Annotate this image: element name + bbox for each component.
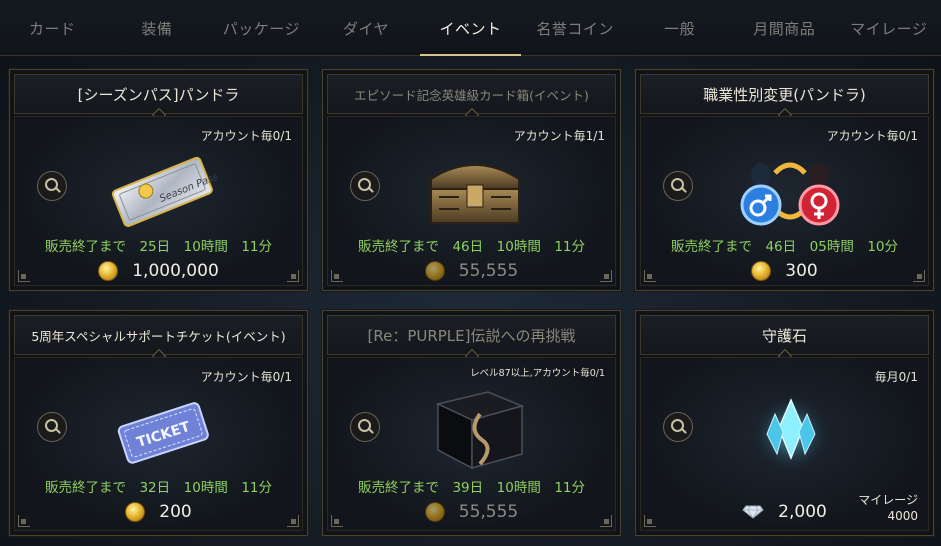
product-card-legend-retry[interactable]: [Re：PURPLE]伝説への再挑戦 レベル87以上,アカウント毎0/1 販売終…: [321, 309, 622, 537]
product-card-gender-change[interactable]: 職業性別変更(パンドラ) アカウント毎0/1 販売終了まで 46日 05時間 1…: [634, 68, 935, 292]
mileage-info: マイレージ 4000: [858, 492, 918, 524]
diamond-icon: [742, 505, 764, 519]
gender-change-icon: [740, 162, 840, 226]
price: 300: [641, 261, 928, 281]
price: 200: [15, 502, 302, 522]
dark-box-icon: [435, 391, 525, 470]
sale-timer: 販売終了まで 46日 10時間 11分: [357, 239, 586, 255]
mileage-value: 4000: [887, 509, 918, 523]
price-value: 2,000: [778, 502, 827, 522]
tab-package[interactable]: パッケージ: [209, 0, 314, 56]
purchase-limit: レベル87以上,アカウント毎0/1: [470, 368, 605, 379]
purchase-limit: アカウント毎0/1: [200, 370, 292, 384]
corner-ornament: [18, 270, 30, 282]
product-card-hero-card-box[interactable]: エピソード記念英雄級カード箱(イベント) アカウント毎1/1 販売終了まで 46…: [321, 68, 622, 292]
guardian-stone-icon: [751, 394, 831, 474]
corner-ornament: [18, 515, 30, 527]
product-card-support-ticket[interactable]: 5周年スペシャルサポートチケット(イベント) アカウント毎0/1 TICKET …: [8, 309, 309, 537]
purchase-limit: アカウント毎1/1: [513, 129, 605, 143]
mileage-label: マイレージ: [858, 493, 918, 507]
price-value: 300: [785, 261, 818, 281]
price: 1,000,000: [15, 261, 302, 281]
magnify-icon[interactable]: [37, 171, 67, 201]
price-value: 55,555: [458, 261, 519, 281]
corner-ornament: [644, 270, 656, 282]
corner-ornament: [600, 270, 612, 282]
treasure-chest-icon: [430, 164, 520, 224]
corner-ornament: [913, 270, 925, 282]
season-pass-ticket-icon: Season Pass: [111, 156, 217, 227]
product-card-season-pass[interactable]: [シーズンパス]パンドラ アカウント毎0/1 Season Pass 販売終了ま…: [8, 68, 309, 292]
tab-general[interactable]: 一般: [627, 0, 732, 56]
corner-ornament: [287, 515, 299, 527]
tab-honor-coin[interactable]: 名誉コイン: [523, 0, 628, 56]
gold-coin-icon: [98, 261, 119, 281]
price: 55,555: [328, 261, 615, 281]
product-body: レベル87以上,アカウント毎0/1 販売終了まで 39日 10時間 11分 55…: [327, 357, 616, 531]
magnify-icon[interactable]: [350, 412, 380, 442]
price: 55,555: [328, 502, 615, 522]
product-body: アカウント毎0/1 販売終了まで 46日 05時間 10分 300: [640, 116, 929, 286]
purchase-limit: アカウント毎0/1: [200, 129, 292, 143]
purchase-limit: 毎月0/1: [874, 370, 918, 384]
tab-card[interactable]: カード: [0, 0, 105, 56]
magnify-icon[interactable]: [350, 171, 380, 201]
corner-ornament: [287, 270, 299, 282]
ticket-icon: TICKET: [117, 402, 209, 464]
corner-ornament: [644, 515, 656, 527]
gold-coin-icon: [424, 261, 445, 281]
tab-mileage[interactable]: マイレージ: [837, 0, 941, 56]
corner-ornament: [331, 270, 343, 282]
product-body: アカウント毎1/1 販売終了まで 46日 10時間 11分 55,555: [327, 116, 616, 286]
tab-equipment[interactable]: 装備: [105, 0, 210, 56]
gold-coin-icon: [424, 502, 445, 522]
gold-coin-icon: [125, 502, 146, 522]
tab-diamond[interactable]: ダイヤ: [314, 0, 419, 56]
product-body: アカウント毎0/1 Season Pass 販売終了まで 25日 10時間 11…: [14, 116, 303, 286]
magnify-icon[interactable]: [37, 412, 67, 442]
corner-ornament: [600, 515, 612, 527]
product-body: 毎月0/1 2,000 マイレージ 4000: [640, 357, 929, 531]
sale-timer: 販売終了まで 32日 10時間 11分: [44, 480, 273, 496]
product-body: アカウント毎0/1 TICKET 販売終了まで 32日 10時間 11分 200: [14, 357, 303, 531]
sale-timer: 販売終了まで 39日 10時間 11分: [357, 480, 586, 496]
product-card-guardian-stone[interactable]: 守護石 毎月0/1 2,000 マイレージ 4000: [634, 309, 935, 537]
price-value: 1,000,000: [132, 261, 219, 281]
price-value: 55,555: [458, 502, 519, 522]
magnify-icon[interactable]: [663, 171, 693, 201]
sale-timer: 販売終了まで 25日 10時間 11分: [44, 239, 273, 255]
sale-timer: 販売終了まで 46日 05時間 10分: [670, 239, 899, 255]
corner-ornament: [331, 515, 343, 527]
price-value: 200: [159, 502, 192, 522]
tab-event[interactable]: イベント: [418, 0, 523, 56]
purchase-limit: アカウント毎0/1: [826, 129, 918, 143]
gold-coin-icon: [751, 261, 772, 281]
magnify-icon[interactable]: [663, 412, 693, 442]
category-tab-bar: カード 装備 パッケージ ダイヤ イベント 名誉コイン 一般 月間商品 マイレー…: [0, 0, 941, 56]
tab-monthly[interactable]: 月間商品: [732, 0, 837, 56]
